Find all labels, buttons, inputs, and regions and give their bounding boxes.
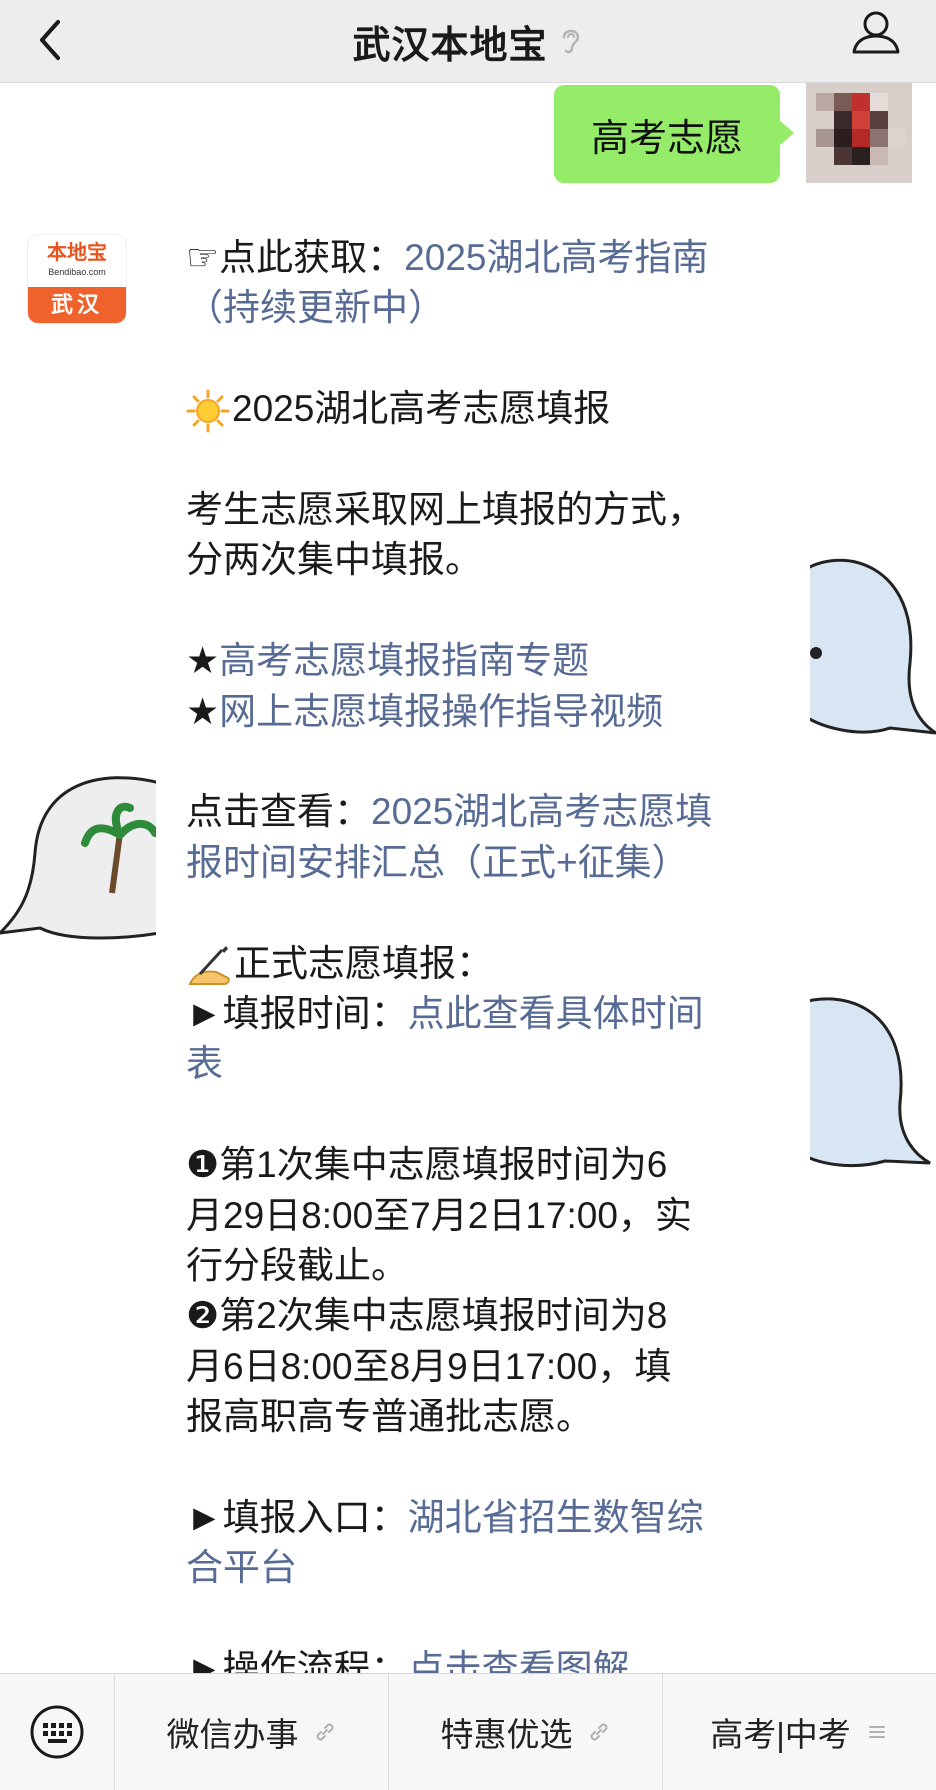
bubble-tail — [778, 119, 794, 147]
logo-sub: Bendibao.com — [48, 267, 106, 277]
second-round-line-1: ❷第2次集中志愿填报时间为8 — [186, 1295, 668, 1337]
view-prefix: 点击查看： — [186, 791, 371, 833]
process-prefix: ►操作流程： — [186, 1648, 408, 1673]
method-line-2: 分两次集中填报。 — [186, 539, 482, 581]
pixelated-photo-icon — [806, 83, 912, 183]
logo-text: 本地宝 — [47, 242, 107, 264]
bot-message-panel: ☞点此获取：2025湖北高考指南 （持续更新中） 2025湖北高考志愿填报 考生… — [156, 213, 810, 1673]
first-round-line-1: ❶第1次集中志愿填报时间为6 — [186, 1144, 668, 1186]
second-round-line-2: 月6日8:00至8月9日17:00，填 — [186, 1345, 672, 1387]
sun-icon — [186, 389, 230, 433]
guide-link-cont[interactable]: （持续更新中） — [186, 287, 445, 328]
chat-area[interactable]: 高考志愿 本地宝 Bendibao.com 武汉 ☞点此获取：2025湖北高考指… — [0, 83, 936, 1673]
user-icon — [852, 11, 900, 54]
menu-item-label: 高考|中考 — [710, 1716, 851, 1753]
timetable-link[interactable]: 点此查看具体时间 — [408, 993, 704, 1034]
volunteer-heading: 2025湖北高考志愿填报 — [232, 388, 611, 430]
star-icon: ★ — [186, 640, 220, 682]
guide-prefix: ☞点此获取： — [186, 237, 405, 278]
bottom-menu-bar: 微信办事 特惠优选 高考|中考 — [0, 1673, 936, 1790]
menu-lines-icon — [868, 1726, 885, 1738]
second-round-line-3: 报高职高专普通批志愿。 — [186, 1396, 593, 1438]
title-area: 武汉本地宝 — [0, 0, 936, 82]
ear-icon — [562, 29, 579, 54]
top-nav-bar: 武汉本地宝 — [0, 0, 936, 83]
formal-title: 正式志愿填报： — [234, 942, 493, 984]
bot-message: ☞点此获取：2025湖北高考指南 （持续更新中） 2025湖北高考志愿填报 考生… — [186, 233, 786, 1673]
keyboard-icon — [30, 1705, 84, 1759]
platform-link-cont[interactable]: 合平台 — [186, 1547, 297, 1588]
first-round-line-3: 行分段截止。 — [186, 1245, 408, 1287]
guide-link[interactable]: 2025湖北高考指南 — [404, 237, 708, 278]
background-blob-left — [0, 776, 160, 940]
page-title: 武汉本地宝 — [352, 24, 548, 67]
time-prefix: ►填报时间： — [186, 993, 408, 1035]
schedule-link-cont[interactable]: 报时间安排汇总（正式+征集） — [186, 842, 689, 883]
process-link[interactable]: 点击查看图解 — [408, 1648, 630, 1673]
menu-item-label: 特惠优选 — [440, 1716, 573, 1753]
link-icon — [316, 1723, 333, 1741]
first-round-line-2: 月29日8:00至7月2日17:00，实 — [186, 1194, 692, 1236]
background-blob-right-top — [800, 558, 936, 735]
writing-hand-icon — [188, 945, 230, 985]
keyboard-toggle-button[interactable] — [0, 1674, 115, 1790]
method-line-1: 考生志愿采取网上填报的方式， — [186, 489, 704, 530]
profile-button[interactable] — [850, 6, 902, 62]
bot-avatar[interactable]: 本地宝 Bendibao.com 武汉 — [28, 235, 126, 323]
guide-topic-link[interactable]: 高考志愿填报指南专题 — [219, 640, 589, 681]
video-guide-link[interactable]: 网上志愿填报操作指导视频 — [219, 691, 663, 732]
user-message-text: 高考志愿 — [590, 117, 743, 160]
timetable-link-cont[interactable]: 表 — [186, 1043, 223, 1084]
background-blob-right-bottom — [800, 997, 931, 1168]
menu-item-deals[interactable]: 特惠优选 — [389, 1674, 663, 1790]
user-avatar[interactable] — [806, 83, 912, 183]
entry-prefix: ►填报入口： — [186, 1497, 408, 1539]
logo: 本地宝 Bendibao.com — [28, 235, 126, 287]
menu-item-exams[interactable]: 高考|中考 — [663, 1674, 936, 1790]
user-message-bubble[interactable]: 高考志愿 — [554, 85, 794, 183]
link-icon — [590, 1723, 607, 1741]
logo-city: 武汉 — [28, 287, 126, 323]
star-icon: ★ — [186, 690, 220, 732]
schedule-link[interactable]: 2025湖北高考志愿填 — [371, 791, 712, 832]
menu-item-label: 微信办事 — [166, 1716, 299, 1753]
menu-item-wechat-services[interactable]: 微信办事 — [115, 1674, 389, 1790]
platform-link[interactable]: 湖北省招生数智综 — [408, 1497, 704, 1538]
